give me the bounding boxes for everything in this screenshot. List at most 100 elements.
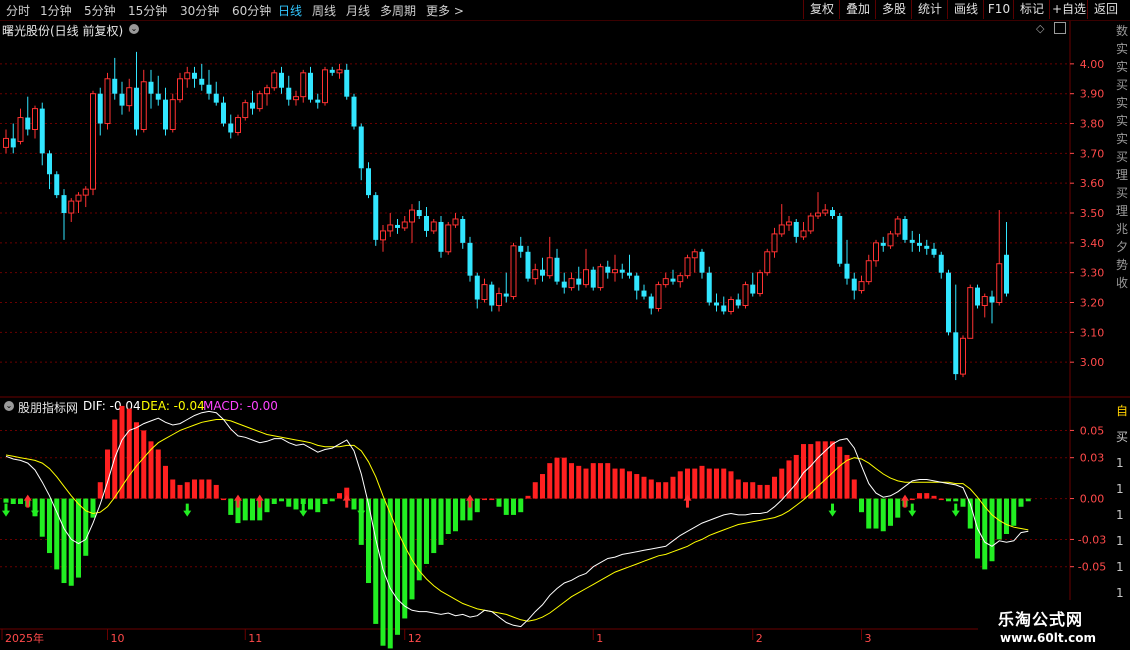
candle-body (3, 137, 9, 148)
chart-canvas[interactable]: 4.00 3.90 3.80 3.70 3.60 3.50 3.40 3.30 3.20 3.10… (0, 0, 1130, 650)
macd-tick-label: -0.05 (1078, 561, 1106, 574)
candle-body (764, 251, 771, 274)
candle-body (61, 195, 67, 214)
macd-bar (141, 430, 147, 499)
macd-bar (105, 449, 110, 499)
macd-bar (634, 474, 640, 499)
tab-monthly[interactable]: 月线 (346, 2, 370, 19)
statistics-button[interactable]: 统计 (911, 0, 948, 19)
overlay-button[interactable]: 叠加 (839, 0, 876, 19)
candle-body (286, 87, 292, 100)
price-tick-label: 3.70 (1080, 147, 1105, 160)
candle-body (655, 284, 662, 309)
tab-daily[interactable]: 日线 (278, 2, 302, 19)
macd-bar (648, 479, 654, 499)
macd-bar (329, 498, 335, 502)
strip-char: 实 (1116, 132, 1129, 146)
macd-bar (395, 498, 400, 635)
back-button[interactable]: 返回 (1087, 0, 1124, 19)
candle-body (865, 260, 872, 283)
candle-body (250, 102, 255, 109)
candle-body (931, 248, 937, 255)
macd-bar (590, 463, 596, 499)
chevron-down-icon[interactable]: ⌄ (129, 24, 139, 34)
macd-bar (612, 468, 618, 499)
candle-body (793, 221, 799, 237)
diamond-icon[interactable]: ◇ (1036, 22, 1044, 35)
tab-30min[interactable]: 30分钟 (180, 2, 219, 19)
macd-bar (467, 498, 473, 521)
macd-bar (61, 498, 67, 584)
candle-body (662, 278, 669, 286)
macd-bar (902, 498, 908, 507)
macd-bar (228, 498, 234, 515)
macd-bar (996, 498, 1002, 540)
candle-body (467, 242, 473, 276)
macd-bar (431, 498, 437, 554)
candle-body (815, 212, 821, 217)
maximize-icon[interactable] (1054, 22, 1066, 34)
price-tick-label: 3.60 (1080, 177, 1105, 190)
candle-body (358, 126, 364, 169)
restore-rights-button[interactable]: 复权 (803, 0, 840, 19)
candle-body (605, 266, 611, 273)
date-label: 2025年 (5, 631, 44, 645)
macd-bar (134, 422, 139, 499)
macd-bar (851, 479, 857, 499)
tab-timeshare[interactable]: 分时 (6, 2, 30, 19)
price-tick-label: 3.40 (1080, 237, 1105, 250)
indicator-strip-char: 1 (1116, 508, 1124, 522)
candle-body (822, 209, 829, 214)
add-watchlist-button[interactable]: +自选 (1049, 0, 1088, 19)
tab-more-label: 更多 (426, 4, 451, 18)
macd-bar (989, 498, 995, 562)
candle-body (300, 72, 307, 98)
macd-bar (337, 493, 342, 499)
candle-body (351, 96, 357, 127)
macd-bar (32, 498, 38, 517)
macd-bar (721, 468, 727, 499)
indicator-strip-char: 1 (1116, 534, 1124, 548)
macd-bar (815, 441, 821, 499)
tab-15min[interactable]: 15分钟 (128, 2, 167, 19)
buy-arrow-icon (255, 494, 264, 508)
f10-button[interactable]: F10 (983, 0, 1014, 19)
candle-body (47, 153, 52, 175)
tab-1min[interactable]: 1分钟 (40, 2, 72, 19)
sell-arrow-icon (908, 503, 917, 517)
buy-arrow-icon (901, 494, 909, 508)
chevron-right-icon: > (450, 4, 464, 18)
strip-char: 理 (1116, 168, 1129, 182)
candle-body (279, 72, 284, 88)
macd-bar (257, 498, 263, 521)
draw-line-button[interactable]: 画线 (947, 0, 984, 19)
tab-weekly[interactable]: 周线 (312, 2, 336, 19)
sell-arrow-icon (357, 503, 366, 517)
tab-5min[interactable]: 5分钟 (84, 2, 116, 19)
price-tick-label: 4.00 (1080, 58, 1105, 71)
candle-body (924, 245, 930, 249)
macd-bar (583, 468, 589, 499)
tab-60min[interactable]: 60分钟 (232, 2, 271, 19)
macd-bar (677, 471, 683, 499)
candle-body (32, 108, 38, 130)
indicator-info-strip: 自买1111111 (1116, 398, 1130, 628)
macd-bar (764, 484, 770, 499)
candle-body (344, 69, 350, 97)
chevron-down-icon-indicator[interactable]: ⌄ (4, 401, 14, 411)
macd-bar (387, 498, 393, 649)
multi-stock-button[interactable]: 多股 (875, 0, 912, 19)
macd-bar (859, 498, 864, 513)
price-tick-label: 3.20 (1080, 297, 1105, 310)
mark-button[interactable]: 标记 (1013, 0, 1050, 19)
strip-char: 实 (1116, 96, 1129, 110)
macd-bar (242, 498, 248, 521)
indicator-strip-char: 买 (1116, 430, 1129, 444)
tab-more[interactable]: 更多 > (426, 2, 464, 19)
tab-multi-period[interactable]: 多周期 (380, 2, 416, 19)
candle-body (975, 287, 980, 306)
date-label: 1 (596, 632, 603, 645)
strip-char: 收 (1116, 276, 1129, 290)
macd-bar (97, 482, 103, 499)
candle-body (424, 216, 429, 231)
